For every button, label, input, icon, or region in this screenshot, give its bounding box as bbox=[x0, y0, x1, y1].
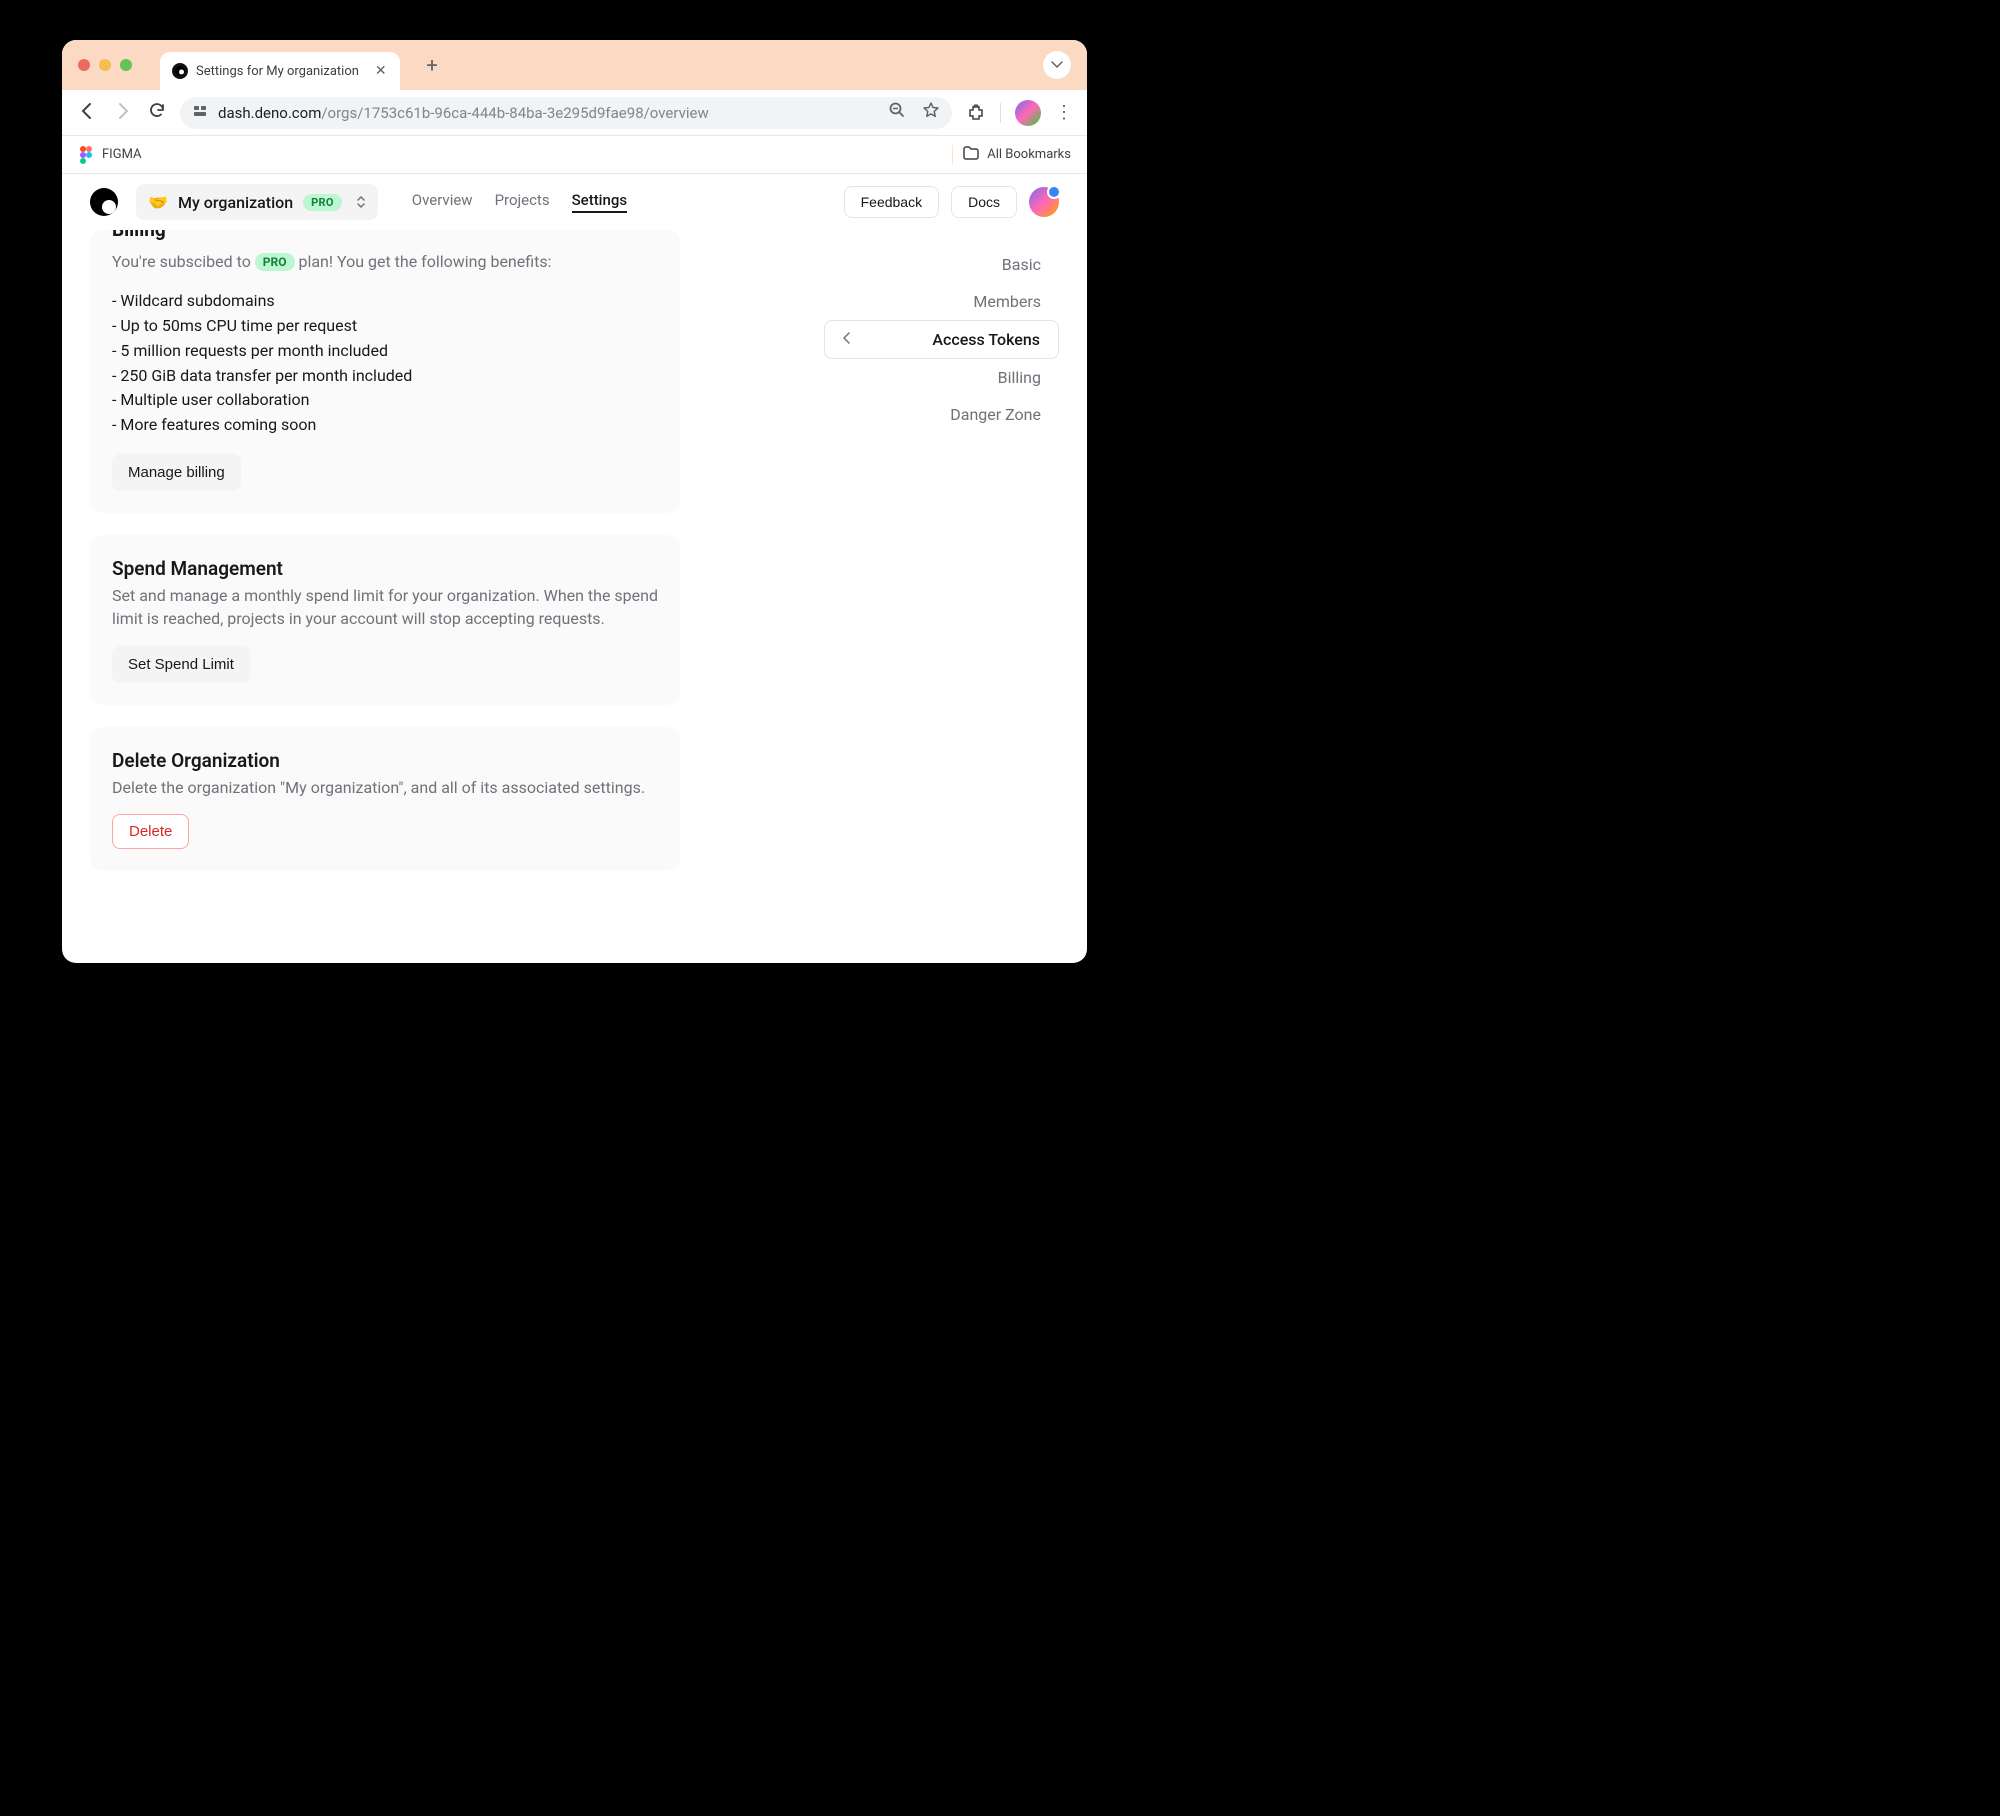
sidenav-billing[interactable]: Billing bbox=[824, 359, 1059, 396]
settings-side-nav: Basic Members Access Tokens Billing Dang… bbox=[824, 230, 1059, 963]
all-bookmarks-label: All Bookmarks bbox=[987, 147, 1071, 162]
feedback-button[interactable]: Feedback bbox=[844, 186, 939, 218]
pro-badge: PRO bbox=[303, 194, 342, 211]
spend-desc: Set and manage a monthly spend limit for… bbox=[112, 584, 658, 630]
billing-desc: You're subscibed to PRO plan! You get th… bbox=[112, 250, 658, 273]
sidenav-danger-zone[interactable]: Danger Zone bbox=[824, 396, 1059, 433]
nav-tabs: Overview Projects Settings bbox=[412, 191, 627, 213]
benefit-item: - Wildcard subdomains bbox=[112, 289, 658, 314]
billing-card: Billing You're subscibed to PRO plan! Yo… bbox=[90, 230, 680, 513]
benefits-list: - Wildcard subdomains - Up to 50ms CPU t… bbox=[112, 289, 658, 438]
benefit-item: - 250 GiB data transfer per month includ… bbox=[112, 364, 658, 389]
browser-window: Settings for My organization ✕ + dash.de… bbox=[62, 40, 1087, 963]
billing-desc-post: plan! You get the following benefits: bbox=[295, 252, 552, 271]
spend-card: Spend Management Set and manage a monthl… bbox=[90, 535, 680, 705]
bookmarks-divider bbox=[952, 145, 953, 165]
window-close-icon[interactable] bbox=[78, 59, 90, 71]
folder-icon bbox=[963, 146, 979, 164]
window-maximize-icon[interactable] bbox=[120, 59, 132, 71]
benefit-item: - More features coming soon bbox=[112, 413, 658, 438]
tab-projects[interactable]: Projects bbox=[495, 191, 550, 213]
bookmark-figma-label: FIGMA bbox=[102, 147, 142, 162]
sidenav-basic[interactable]: Basic bbox=[824, 246, 1059, 283]
chevron-left-icon bbox=[843, 332, 851, 348]
benefit-item: - Up to 50ms CPU time per request bbox=[112, 314, 658, 339]
new-tab-button[interactable]: + bbox=[418, 51, 446, 79]
address-bar-actions bbox=[888, 101, 940, 124]
sidenav-access-tokens-label: Access Tokens bbox=[932, 330, 1040, 349]
tab-overview[interactable]: Overview bbox=[412, 191, 473, 213]
reload-button[interactable] bbox=[148, 101, 166, 124]
delete-org-title: Delete Organization bbox=[112, 749, 658, 772]
benefit-item: - 5 million requests per month included bbox=[112, 339, 658, 364]
browser-tab[interactable]: Settings for My organization ✕ bbox=[160, 52, 400, 90]
extensions-icon[interactable] bbox=[966, 103, 986, 123]
window-minimize-icon[interactable] bbox=[99, 59, 111, 71]
url-text: dash.deno.com/orgs/1753c61b-96ca-444b-84… bbox=[218, 104, 878, 122]
bookmarks-bar: FIGMA All Bookmarks bbox=[62, 136, 1087, 174]
content-area: Billing You're subscibed to PRO plan! Yo… bbox=[62, 230, 1087, 963]
figma-icon bbox=[78, 147, 94, 163]
zoom-icon[interactable] bbox=[888, 101, 906, 124]
back-button[interactable] bbox=[76, 101, 98, 125]
all-bookmarks-button[interactable]: All Bookmarks bbox=[963, 146, 1071, 164]
window-controls bbox=[78, 59, 132, 71]
set-spend-limit-button[interactable]: Set Spend Limit bbox=[112, 646, 250, 683]
forward-button[interactable] bbox=[112, 101, 134, 125]
address-bar[interactable]: dash.deno.com/orgs/1753c61b-96ca-444b-84… bbox=[180, 97, 952, 129]
site-info-icon[interactable] bbox=[192, 103, 208, 123]
billing-desc-pre: You're subscibed to bbox=[112, 252, 255, 271]
delete-org-desc: Delete the organization "My organization… bbox=[112, 776, 658, 799]
browser-menu-icon[interactable]: ⋮ bbox=[1055, 102, 1073, 123]
browser-profile-avatar[interactable] bbox=[1015, 100, 1041, 126]
pro-inline-badge: PRO bbox=[255, 253, 295, 271]
bookmark-figma[interactable]: FIGMA bbox=[78, 147, 142, 163]
spend-title: Spend Management bbox=[112, 557, 658, 580]
sidenav-members[interactable]: Members bbox=[824, 283, 1059, 320]
app-header: 🤝 My organization PRO Overview Projects … bbox=[62, 174, 1087, 230]
selector-chevrons-icon bbox=[356, 195, 366, 209]
tab-close-icon[interactable]: ✕ bbox=[375, 64, 387, 78]
manage-billing-button[interactable]: Manage billing bbox=[112, 454, 241, 491]
toolbar-divider bbox=[1000, 103, 1001, 123]
main-column: Billing You're subscibed to PRO plan! Yo… bbox=[90, 230, 680, 963]
url-host: dash.deno.com bbox=[218, 104, 321, 122]
org-name: My organization bbox=[178, 193, 293, 212]
delete-org-card: Delete Organization Delete the organizat… bbox=[90, 727, 680, 870]
tab-settings[interactable]: Settings bbox=[572, 191, 628, 213]
bookmark-star-icon[interactable] bbox=[922, 101, 940, 124]
billing-title: Billing bbox=[112, 230, 658, 244]
org-hands-icon: 🤝 bbox=[148, 192, 168, 212]
org-selector[interactable]: 🤝 My organization PRO bbox=[136, 184, 378, 220]
delete-button[interactable]: Delete bbox=[112, 814, 189, 849]
tab-title: Settings for My organization bbox=[196, 64, 359, 79]
browser-tab-bar: Settings for My organization ✕ + bbox=[62, 40, 1087, 90]
sidenav-access-tokens[interactable]: Access Tokens bbox=[824, 320, 1059, 359]
browser-toolbar: dash.deno.com/orgs/1753c61b-96ca-444b-84… bbox=[62, 90, 1087, 136]
tabs-dropdown-button[interactable] bbox=[1043, 51, 1071, 79]
deno-favicon-icon bbox=[172, 63, 188, 79]
docs-button[interactable]: Docs bbox=[951, 186, 1017, 218]
url-path: /orgs/1753c61b-96ca-444b-84ba-3e295d9fae… bbox=[321, 104, 708, 122]
user-avatar[interactable] bbox=[1029, 187, 1059, 217]
benefit-item: - Multiple user collaboration bbox=[112, 388, 658, 413]
deno-logo-icon[interactable] bbox=[90, 188, 118, 216]
